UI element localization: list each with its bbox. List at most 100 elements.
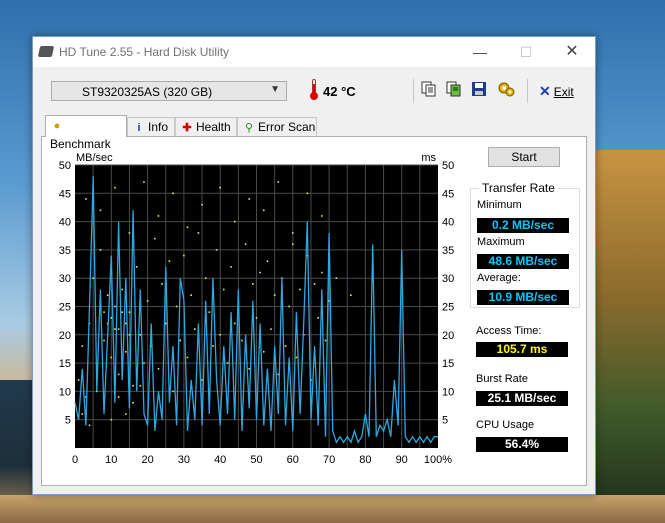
- x-tick-label: 50: [250, 454, 262, 466]
- access-time-point: [99, 249, 102, 251]
- access-time-point: [88, 424, 91, 427]
- access-time-point: [317, 317, 320, 319]
- y-tick-label-right: 50: [442, 160, 454, 172]
- access-time-point: [244, 243, 247, 246]
- access-time-label: Access Time:: [476, 325, 542, 337]
- access-time-point: [135, 266, 138, 268]
- access-time-point: [157, 367, 160, 370]
- cpu-usage-value: 56.4%: [476, 437, 568, 452]
- y-tick-label-right: 40: [442, 217, 454, 229]
- y-axis-label-left: MB/sec: [76, 152, 113, 164]
- access-time-point: [179, 339, 182, 342]
- y-axis-label-right: ms: [421, 152, 436, 164]
- access-time-point: [132, 384, 134, 387]
- access-time-point: [252, 283, 254, 285]
- x-tick-label: 90: [396, 454, 408, 466]
- desktop-background-rock: [596, 150, 665, 523]
- y-tick-label-left: 10: [59, 386, 71, 398]
- access-time-point: [270, 328, 272, 330]
- access-time-point: [197, 232, 200, 234]
- access-time-point: [85, 198, 87, 200]
- x-tick-label: 0: [72, 454, 78, 466]
- access-time-point: [288, 305, 290, 308]
- x-tick-label: 40: [214, 454, 226, 466]
- x-tick-label: 60: [287, 454, 299, 466]
- access-time-point: [143, 181, 145, 183]
- y-tick-label-right: 20: [442, 330, 454, 342]
- desktop-background-beach: [0, 495, 665, 523]
- access-time-point: [255, 317, 258, 319]
- access-time-point: [154, 237, 156, 240]
- access-time-point: [262, 209, 265, 212]
- maximum-value: 48.6 MB/sec: [477, 254, 569, 269]
- access-time-point: [139, 384, 142, 387]
- y-tick-label-left: 35: [59, 245, 71, 257]
- access-time-point: [313, 283, 316, 285]
- access-time-point: [114, 328, 116, 330]
- access-time-point: [208, 311, 211, 313]
- access-time-point: [81, 345, 84, 347]
- access-time-point: [266, 260, 269, 263]
- access-time-point: [306, 192, 309, 195]
- access-time-point: [273, 294, 276, 296]
- x-tick-label: 10: [105, 454, 117, 466]
- access-time-point: [103, 311, 105, 313]
- access-time-point: [212, 345, 214, 347]
- access-time-point: [139, 334, 142, 336]
- access-time-point: [248, 198, 251, 200]
- y-tick-label-right: 35: [442, 245, 454, 257]
- y-tick-label-right: 45: [442, 188, 454, 200]
- transfer-rate-group: Transfer Rate Minimum 0.2 MB/sec Maximum…: [470, 181, 580, 308]
- x-tick-label: 100%: [424, 454, 452, 466]
- access-time-point: [172, 390, 174, 393]
- transfer-rate-title: Transfer Rate: [479, 181, 558, 195]
- y-tick-label-left: 50: [59, 160, 71, 172]
- access-time-point: [284, 345, 287, 347]
- start-button[interactable]: Start: [488, 147, 560, 167]
- lightbulb-icon: ●: [53, 120, 61, 132]
- x-tick-label: 70: [323, 454, 335, 466]
- access-time-point: [230, 266, 232, 268]
- access-time-point: [219, 186, 221, 189]
- average-label: Average:: [477, 272, 521, 284]
- access-time-point: [164, 322, 167, 325]
- access-time-point: [183, 254, 185, 257]
- y-tick-label-left: 25: [59, 302, 71, 314]
- access-time-point: [226, 362, 229, 364]
- access-time-point: [201, 203, 203, 206]
- y-tick-label-right: 10: [442, 386, 454, 398]
- access-time-point: [125, 413, 127, 415]
- access-time-point: [219, 334, 221, 336]
- access-time-point: [103, 339, 105, 342]
- access-time-value: 105.7 ms: [476, 342, 568, 357]
- y-tick-label-left: 40: [59, 217, 71, 229]
- access-time-point: [292, 243, 294, 246]
- y-tick-label-left: 30: [59, 273, 71, 285]
- cpu-usage-label: CPU Usage: [476, 419, 535, 431]
- access-time-point: [190, 294, 192, 296]
- x-tick-label: 80: [359, 454, 371, 466]
- access-time-point: [223, 288, 225, 291]
- y-tick-label-left: 45: [59, 188, 71, 200]
- access-time-point: [321, 215, 323, 217]
- average-value: 10.9 MB/sec: [477, 290, 569, 305]
- y-tick-label-left: 5: [65, 415, 71, 427]
- access-time-point: [128, 232, 131, 234]
- access-time-point: [299, 288, 301, 291]
- access-time-point: [110, 317, 113, 319]
- access-time-point: [143, 362, 145, 364]
- tab-label: Benchmark: [50, 137, 111, 151]
- minimum-label: Minimum: [477, 199, 522, 211]
- access-time-point: [175, 305, 178, 308]
- access-time-point: [81, 413, 84, 415]
- burst-rate-value: 25.1 MB/sec: [476, 391, 568, 406]
- maximum-label: Maximum: [477, 236, 525, 248]
- x-tick-label: 20: [141, 454, 153, 466]
- access-time-point: [201, 379, 203, 381]
- access-time-point: [335, 277, 338, 279]
- access-time-point: [125, 322, 127, 325]
- access-time-point: [168, 260, 171, 263]
- tab-benchmark[interactable]: ● Benchmark: [45, 115, 127, 151]
- access-time-point: [117, 373, 120, 376]
- access-time-point: [117, 396, 120, 398]
